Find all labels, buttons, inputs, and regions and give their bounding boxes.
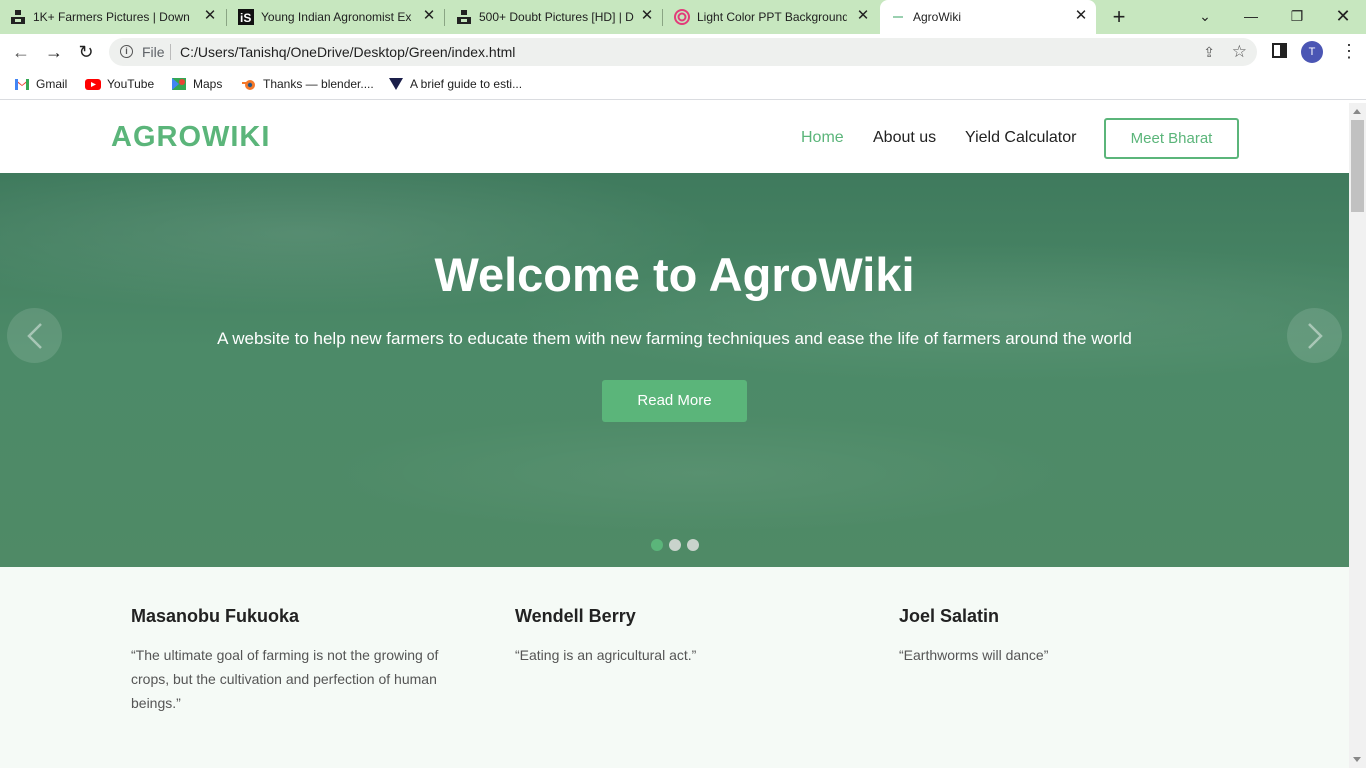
istock-icon: iS [238, 9, 254, 25]
quote-text: “Eating is an agricultural act.” [515, 647, 697, 663]
bookmark-gmail[interactable]: Gmail [14, 76, 67, 94]
tab-separator [226, 9, 227, 26]
carousel-dot-3[interactable] [687, 539, 699, 551]
read-more-button[interactable]: Read More [602, 380, 747, 422]
bookmark-guide[interactable]: A brief guide to esti... [388, 76, 522, 94]
hero-title: Welcome to AgroWiki [434, 248, 915, 301]
hero-carousel: Welcome to AgroWiki A website to help ne… [0, 173, 1349, 567]
omnibox-divider [170, 44, 171, 60]
back-icon[interactable]: ← [10, 41, 32, 63]
forward-icon[interactable]: → [43, 41, 65, 63]
url-scheme: File [142, 44, 165, 60]
slidesgo-icon [674, 9, 690, 25]
bookmark-blender[interactable]: Thanks — blender.... [241, 76, 374, 94]
quote-card: Wendell Berry “Eating is an agricultural… [515, 606, 835, 667]
minimize-icon[interactable]: — [1239, 5, 1263, 27]
tab-search-icon[interactable]: ⌄ [1193, 5, 1217, 27]
gmail-icon [15, 78, 29, 90]
quote-author: Masanobu Fukuoka [131, 606, 300, 626]
nav-home[interactable]: Home [801, 129, 844, 147]
svg-text:iS: iS [240, 11, 251, 25]
reload-icon[interactable]: ↻ [75, 41, 97, 63]
hero-subtitle: A website to help new farmers to educate… [217, 329, 1132, 348]
scrollbar-thumb[interactable] [1351, 120, 1364, 212]
site-header: AGROWIKI Home About us Yield Calculator … [0, 103, 1349, 173]
tab-separator [662, 9, 663, 26]
share-icon[interactable]: ⇪ [1203, 44, 1215, 61]
bookmark-icon [389, 77, 403, 90]
maps-icon [172, 77, 186, 90]
page-viewport: AGROWIKI Home About us Yield Calculator … [0, 103, 1366, 768]
tab-title: 1K+ Farmers Pictures | Down [33, 10, 190, 24]
carousel-dot-2[interactable] [669, 539, 681, 551]
tab-agronomist[interactable]: iS Young Indian Agronomist Ex ✕ [228, 0, 444, 34]
quotes-section: Masanobu Fukuoka “The ultimate goal of f… [0, 567, 1349, 768]
profile-avatar[interactable]: T [1301, 41, 1323, 63]
carousel-prev-button[interactable] [7, 308, 62, 363]
tab-strip: 1K+ Farmers Pictures | Down ✕ iS Young I… [0, 0, 1366, 34]
nav-about-us[interactable]: About us [873, 129, 936, 147]
carousel-dot-1[interactable] [651, 539, 663, 551]
unsplash-icon [457, 10, 471, 24]
chevron-left-icon [27, 323, 42, 349]
tab-farmers-pictures[interactable]: 1K+ Farmers Pictures | Down ✕ [0, 0, 226, 34]
meet-bharat-button[interactable]: Meet Bharat [1104, 118, 1239, 159]
quote-author: Joel Salatin [899, 606, 1000, 626]
tab-ppt-background[interactable]: Light Color PPT Background ✕ [664, 0, 878, 34]
tab-doubt-pictures[interactable]: 500+ Doubt Pictures [HD] | D ✕ [446, 0, 662, 34]
side-panel-icon[interactable] [1272, 43, 1287, 58]
tab-agrowiki[interactable]: AgroWiki ✕ [880, 0, 1096, 34]
unsplash-icon [11, 10, 25, 24]
blender-icon [242, 79, 255, 90]
bookmark-star-icon[interactable]: ☆ [1232, 42, 1247, 62]
page-icon [893, 16, 903, 18]
page-scrollbar[interactable] [1349, 103, 1366, 768]
quote-card: Masanobu Fukuoka “The ultimate goal of f… [131, 606, 451, 715]
chevron-right-icon [1308, 323, 1323, 349]
bookmarks-bar: Gmail YouTube Maps Thanks — blender.... … [0, 70, 1366, 100]
bookmark-youtube[interactable]: YouTube [85, 76, 154, 94]
new-tab-button[interactable]: + [1108, 6, 1130, 28]
tab-title: Young Indian Agronomist Ex [261, 10, 412, 24]
close-tab-icon[interactable]: ✕ [640, 8, 654, 23]
tab-title: Light Color PPT Background [697, 10, 847, 24]
tab-title: AgroWiki [913, 10, 962, 24]
more-menu-icon[interactable]: ⋮ [1340, 41, 1358, 62]
close-tab-icon[interactable]: ✕ [856, 8, 870, 23]
close-window-icon[interactable]: ✕ [1331, 5, 1355, 27]
bookmark-maps[interactable]: Maps [171, 76, 222, 94]
close-tab-icon[interactable]: ✕ [422, 8, 436, 23]
quote-card: Joel Salatin “Earthworms will dance” [899, 606, 1219, 667]
url-text[interactable]: C:/Users/Tanishq/OneDrive/Desktop/Green/… [180, 44, 515, 60]
scroll-up-icon[interactable] [1353, 109, 1361, 114]
quote-author: Wendell Berry [515, 606, 636, 626]
site-info-icon[interactable]: i [120, 45, 133, 58]
agrowiki-page: AGROWIKI Home About us Yield Calculator … [0, 103, 1349, 768]
close-tab-icon[interactable]: ✕ [203, 8, 217, 23]
quote-text: “The ultimate goal of farming is not the… [131, 647, 439, 711]
scroll-down-icon[interactable] [1353, 757, 1361, 762]
youtube-icon [85, 78, 101, 90]
carousel-next-button[interactable] [1287, 308, 1342, 363]
close-tab-icon[interactable]: ✕ [1074, 8, 1088, 23]
quote-text: “Earthworms will dance” [899, 647, 1049, 663]
site-logo[interactable]: AGROWIKI [111, 121, 270, 154]
browser-toolbar: ← → ↻ i File C:/Users/Tanishq/OneDrive/D… [0, 34, 1366, 70]
restore-icon[interactable]: ❐ [1285, 5, 1309, 27]
tab-title: 500+ Doubt Pictures [HD] | D [479, 10, 634, 24]
nav-yield-calculator[interactable]: Yield Calculator [965, 129, 1076, 147]
address-bar[interactable]: i File C:/Users/Tanishq/OneDrive/Desktop… [109, 38, 1257, 66]
tab-separator [444, 9, 445, 26]
